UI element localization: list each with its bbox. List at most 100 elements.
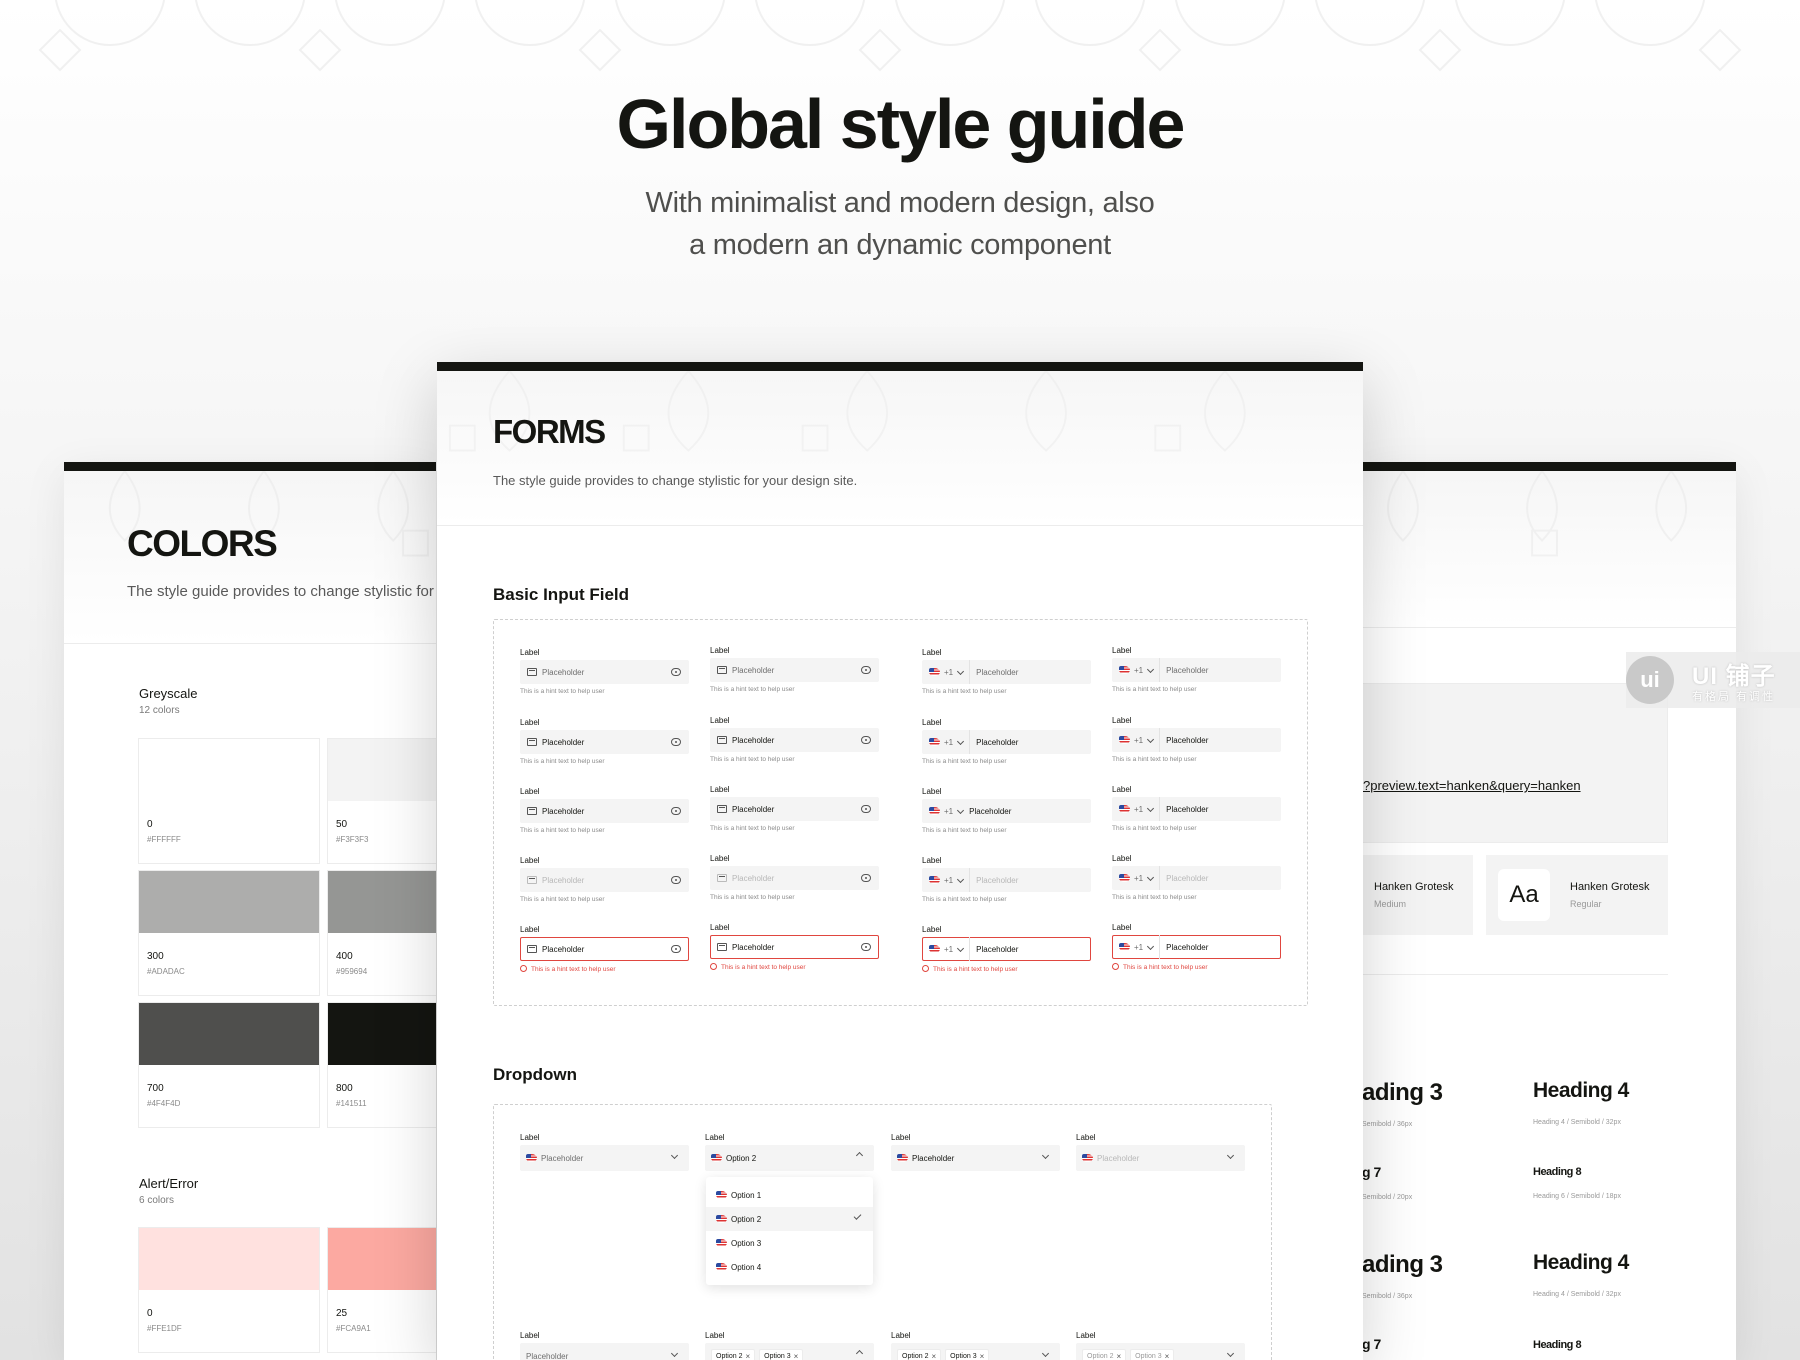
us-flag-icon — [1119, 805, 1130, 813]
heading-meta: Heading 4 / Semibold / 32px — [1533, 1291, 1621, 1298]
font-preview-link[interactable]: ?preview.text=hanken&query=hanken — [1363, 778, 1581, 793]
dropdown-option-selected[interactable]: Option 2 — [706, 1207, 873, 1231]
eye-icon[interactable] — [861, 943, 871, 951]
field-label: Label — [705, 1331, 725, 1340]
phone-input[interactable]: +1 Placeholder — [922, 730, 1091, 754]
phone-field-filled: Label +1 Placeholder This is a hint text … — [1112, 785, 1281, 832]
country-code: +1 — [944, 737, 954, 747]
phone-input[interactable]: +1 Placeholder — [922, 799, 1091, 823]
font-weight: Medium — [1374, 899, 1407, 909]
hint-text: This is a hint text to help user — [520, 896, 605, 903]
multiselect[interactable]: Option 2 × Option 3 × — [891, 1343, 1060, 1360]
swatch-hex: #141511 — [336, 1099, 367, 1108]
swatch-grey-700[interactable]: 700 #4F4F4D — [138, 1002, 320, 1128]
country-code: +1 — [944, 944, 954, 954]
eye-icon[interactable] — [861, 736, 871, 744]
close-icon[interactable]: × — [794, 1352, 799, 1360]
country-code: +1 — [1134, 942, 1144, 952]
password-input[interactable]: Placeholder — [710, 797, 879, 821]
country-code: +1 — [1134, 873, 1144, 883]
dropdown-select[interactable]: Placeholder — [891, 1145, 1060, 1171]
swatch-grey-0[interactable]: 0 #FFFFFF — [138, 738, 320, 864]
swatch-name: 0 — [147, 1308, 153, 1319]
multiselect[interactable]: Option 2 × Option 3 × — [1076, 1343, 1245, 1360]
eye-icon[interactable] — [861, 666, 871, 674]
swatch-alert-25[interactable]: 25 #FCA9A1 — [327, 1227, 436, 1353]
phone-input[interactable]: +1 Placeholder — [1112, 728, 1281, 752]
hint-text: This is a hint text to help user — [922, 896, 1007, 903]
error-icon — [1112, 963, 1119, 970]
password-input[interactable]: Placeholder — [520, 799, 689, 823]
swatch-name: 300 — [147, 951, 164, 962]
swatch-grey-400[interactable]: 400 #959694 — [327, 870, 436, 996]
swatch-alert-0[interactable]: 0 #FFE1DF — [138, 1227, 320, 1353]
phone-input-error[interactable]: +1 Placeholder — [922, 937, 1091, 961]
swatch-grey-50[interactable]: 50 #F3F3F3 — [327, 738, 436, 864]
chevron-down-icon[interactable] — [1147, 942, 1155, 950]
close-icon[interactable]: × — [745, 1352, 750, 1360]
eye-icon[interactable] — [671, 807, 681, 815]
chevron-down-icon[interactable] — [957, 944, 965, 952]
hint-text: This is a hint text to help user — [710, 894, 795, 901]
eye-icon[interactable] — [861, 805, 871, 813]
dropdown-option[interactable]: Option 3 — [706, 1231, 873, 1255]
hint-text: This is a hint text to help user — [922, 688, 1007, 695]
hint-text: This is a hint text to help user — [922, 758, 1007, 765]
password-input-error[interactable]: Placeholder — [710, 935, 879, 959]
password-input[interactable]: Placeholder — [710, 728, 879, 752]
field-label: Label — [1112, 646, 1132, 655]
password-input[interactable]: Placeholder — [520, 660, 689, 684]
hint-text: This is a hint text to help user — [710, 825, 795, 832]
swatch-hex: #F3F3F3 — [336, 835, 369, 844]
placeholder-text: Placeholder — [1097, 1153, 1140, 1163]
swatch-grey-300[interactable]: 300 #ADADAC — [138, 870, 320, 996]
chevron-down-icon — [670, 1349, 679, 1358]
field-label: Label — [1112, 716, 1132, 725]
chevron-down-icon[interactable] — [957, 806, 965, 814]
chevron-down-icon[interactable] — [957, 667, 965, 675]
swatch-fill — [139, 871, 319, 933]
input-value: Placeholder — [542, 806, 585, 816]
chevron-down-icon[interactable] — [1147, 804, 1155, 812]
dropdown-menu: Option 1 Option 2 Option 3 Option 4 — [706, 1177, 873, 1285]
password-input-disabled: Placeholder — [710, 866, 879, 890]
password-input[interactable]: Placeholder — [710, 658, 879, 682]
close-icon[interactable]: × — [980, 1352, 985, 1360]
placeholder-text: Placeholder — [542, 667, 585, 677]
divider — [1159, 866, 1161, 890]
chevron-down-icon[interactable] — [957, 737, 965, 745]
dropdown-select[interactable]: Option 2 — [705, 1145, 874, 1171]
eye-icon[interactable] — [671, 945, 681, 953]
eye-icon[interactable] — [671, 668, 681, 676]
eye-icon[interactable] — [671, 738, 681, 746]
chevron-down-icon[interactable] — [1147, 665, 1155, 673]
dropdown-select[interactable]: Placeholder — [520, 1145, 689, 1171]
eye-icon — [671, 876, 681, 884]
chip: Option 2 × — [1082, 1348, 1127, 1360]
divider — [1159, 728, 1161, 752]
watermark-brand: UI 铺子 — [1692, 663, 1776, 690]
dropdown-option[interactable]: Option 1 — [706, 1183, 873, 1207]
phone-input[interactable]: +1 Placeholder — [1112, 658, 1281, 682]
password-input-error[interactable]: Placeholder — [520, 937, 689, 961]
multiselect[interactable]: Option 2 × Option 3 × — [705, 1343, 874, 1360]
field-label: Label — [1112, 923, 1132, 932]
forms-title: FORMS — [493, 413, 606, 450]
error-message: This is a hint text to help user — [721, 964, 806, 971]
password-input[interactable]: Placeholder — [520, 730, 689, 754]
phone-field-error: Label +1 Placeholder This is a hint text … — [1112, 923, 1281, 971]
phone-input[interactable]: +1 Placeholder — [1112, 797, 1281, 821]
swatch-grey-800[interactable]: 800 #141511 — [327, 1002, 436, 1128]
phone-input-error[interactable]: +1 Placeholder — [1112, 935, 1281, 959]
us-flag-icon — [929, 945, 940, 953]
close-icon[interactable]: × — [931, 1352, 936, 1360]
heading-8-sample: Heading 8 — [1533, 1339, 1582, 1351]
phone-input[interactable]: +1 Placeholder — [922, 660, 1091, 684]
field-label: Label — [1076, 1331, 1096, 1340]
phone-field-disabled: Label +1 Placeholder This is a hint text … — [922, 856, 1091, 903]
error-text: This is a hint text to help user — [922, 965, 1091, 973]
multiselect[interactable]: Placeholder — [520, 1343, 689, 1360]
dropdown-option[interactable]: Option 4 — [706, 1255, 873, 1279]
chevron-down-icon — [1226, 1151, 1235, 1160]
chevron-down-icon[interactable] — [1147, 735, 1155, 743]
